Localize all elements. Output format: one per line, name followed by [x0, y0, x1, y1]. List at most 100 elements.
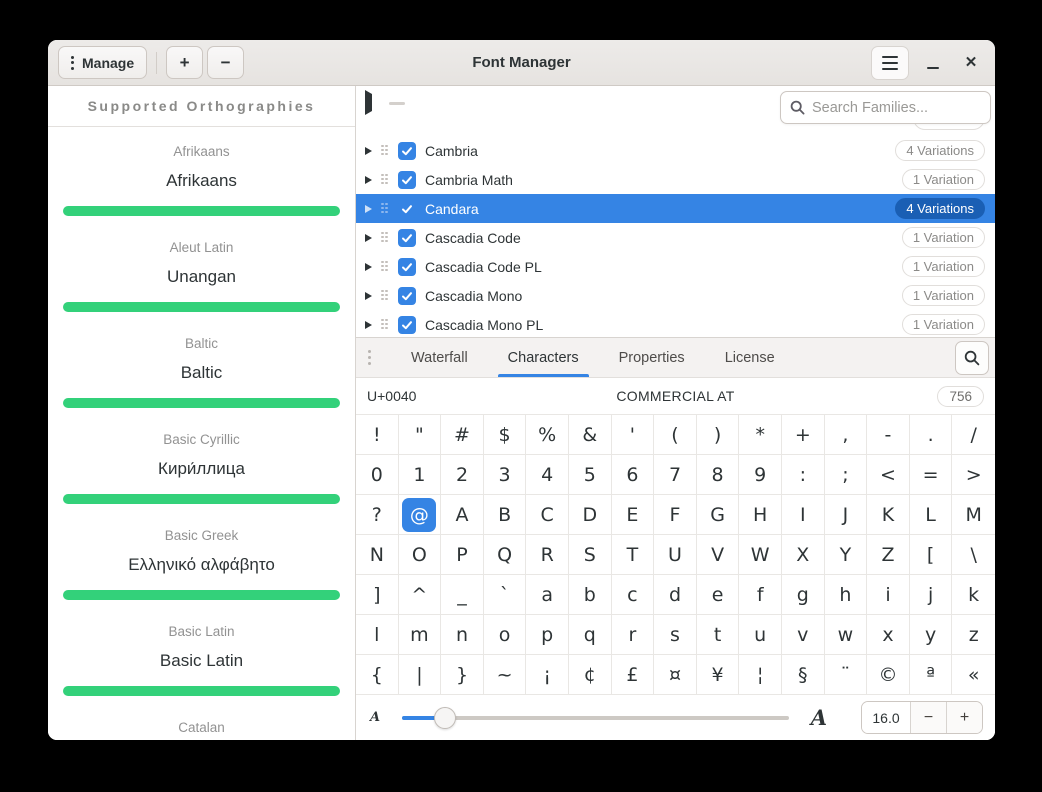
character-cell[interactable]: § [782, 655, 825, 695]
slider-thumb[interactable] [434, 707, 456, 729]
character-cell[interactable]: 3 [484, 455, 527, 495]
character-cell[interactable]: 9 [739, 455, 782, 495]
search-families-input[interactable] [812, 100, 995, 116]
character-cell[interactable]: U [654, 535, 697, 575]
character-cell[interactable]: N [356, 535, 399, 575]
character-cell[interactable]: u [739, 615, 782, 655]
character-cell[interactable]: - [867, 415, 910, 455]
character-cell[interactable]: t [697, 615, 740, 655]
character-cell[interactable]: : [782, 455, 825, 495]
font-family-row[interactable]: Cascadia Mono PL 1 Variation [356, 310, 995, 338]
size-increase-button[interactable]: + [946, 702, 982, 733]
character-cell[interactable]: | [399, 655, 442, 695]
character-cell[interactable]: { [356, 655, 399, 695]
character-cell[interactable]: K [867, 495, 910, 535]
character-cell[interactable]: Q [484, 535, 527, 575]
orthography-item[interactable]: Basic Latin Basic Latin [48, 607, 355, 703]
orthography-item[interactable]: Baltic Baltic [48, 319, 355, 415]
character-cell[interactable]: ! [356, 415, 399, 455]
expander-icon[interactable] [365, 94, 372, 112]
expander-icon[interactable] [365, 263, 372, 271]
tab-waterfall[interactable]: Waterfall [395, 338, 484, 377]
character-cell[interactable]: Z [867, 535, 910, 575]
character-cell[interactable]: E [612, 495, 655, 535]
expander-icon[interactable] [365, 321, 372, 329]
slider-track[interactable] [402, 716, 789, 720]
font-enabled-checkbox[interactable] [398, 258, 416, 276]
character-cell[interactable]: J [825, 495, 868, 535]
character-grid[interactable]: !"#$%&'()*+,-./0123456789:;<=>?@ABCDEFGH… [356, 414, 995, 695]
tab-license[interactable]: License [709, 338, 791, 377]
character-cell[interactable]: d [654, 575, 697, 615]
character-cell[interactable]: O [399, 535, 442, 575]
character-cell[interactable]: ¥ [697, 655, 740, 695]
character-cell[interactable]: . [910, 415, 953, 455]
character-cell[interactable]: £ [612, 655, 655, 695]
character-cell[interactable]: ) [697, 415, 740, 455]
character-cell[interactable]: A [441, 495, 484, 535]
orthography-item[interactable]: Afrikaans Afrikaans [48, 127, 355, 223]
character-cell[interactable]: b [569, 575, 612, 615]
character-cell[interactable]: H [739, 495, 782, 535]
orthography-item[interactable]: Catalan [48, 703, 355, 740]
character-cell[interactable]: , [825, 415, 868, 455]
remove-fonts-button[interactable]: − [207, 46, 244, 79]
font-family-list[interactable]: Cambria 4 Variations Cambria Math 1 Vari… [356, 86, 995, 338]
character-cell[interactable]: \ [952, 535, 995, 575]
character-cell[interactable]: 8 [697, 455, 740, 495]
character-cell[interactable]: } [441, 655, 484, 695]
font-enabled-checkbox[interactable] [398, 316, 416, 334]
character-cell[interactable]: V [697, 535, 740, 575]
pane-handle-icon[interactable] [368, 350, 371, 365]
character-cell[interactable]: 5 [569, 455, 612, 495]
character-cell[interactable]: $ [484, 415, 527, 455]
font-enabled-checkbox[interactable] [398, 229, 416, 247]
orthography-item[interactable]: Basic Cyrillic Кири́ллица [48, 415, 355, 511]
character-cell[interactable]: c [612, 575, 655, 615]
character-cell[interactable]: M [952, 495, 995, 535]
character-cell[interactable]: w [825, 615, 868, 655]
character-cell[interactable]: n [441, 615, 484, 655]
character-cell[interactable]: ] [356, 575, 399, 615]
add-fonts-button[interactable]: + [166, 46, 203, 79]
character-cell[interactable]: i [867, 575, 910, 615]
app-menu-button[interactable] [871, 46, 909, 80]
character-cell[interactable]: ( [654, 415, 697, 455]
character-cell[interactable]: ' [612, 415, 655, 455]
character-cell[interactable]: 2 [441, 455, 484, 495]
character-cell[interactable]: P [441, 535, 484, 575]
character-cell[interactable]: C [526, 495, 569, 535]
character-cell[interactable]: j [910, 575, 953, 615]
minimize-button[interactable] [919, 49, 947, 77]
drag-handle-icon[interactable] [381, 319, 389, 331]
character-cell[interactable]: L [910, 495, 953, 535]
drag-handle-icon[interactable] [381, 261, 389, 273]
character-cell[interactable]: « [952, 655, 995, 695]
character-cell[interactable]: p [526, 615, 569, 655]
font-enabled-checkbox[interactable] [398, 200, 416, 218]
drag-handle-icon[interactable] [381, 174, 389, 186]
close-button[interactable]: ✕ [957, 49, 985, 77]
drag-handle-icon[interactable] [381, 145, 389, 157]
tab-characters[interactable]: Characters [492, 338, 595, 377]
character-cell[interactable]: % [526, 415, 569, 455]
drag-handle-icon[interactable] [381, 290, 389, 302]
character-cell[interactable]: 6 [612, 455, 655, 495]
size-decrease-button[interactable]: − [910, 702, 946, 733]
character-cell[interactable]: 0 [356, 455, 399, 495]
font-family-row[interactable]: Cascadia Code 1 Variation [356, 223, 995, 252]
expander-icon[interactable] [365, 205, 372, 213]
character-cell[interactable]: > [952, 455, 995, 495]
character-cell[interactable]: + [782, 415, 825, 455]
character-cell[interactable]: m [399, 615, 442, 655]
orthography-list[interactable]: Afrikaans Afrikaans Aleut Latin Unangan … [48, 127, 355, 740]
expander-icon[interactable] [365, 176, 372, 184]
character-cell[interactable]: ¦ [739, 655, 782, 695]
character-cell[interactable]: Y [825, 535, 868, 575]
character-cell[interactable]: ^ [399, 575, 442, 615]
character-cell[interactable]: q [569, 615, 612, 655]
character-cell[interactable]: ¤ [654, 655, 697, 695]
character-cell[interactable]: o [484, 615, 527, 655]
character-cell[interactable]: W [739, 535, 782, 575]
character-cell[interactable]: = [910, 455, 953, 495]
